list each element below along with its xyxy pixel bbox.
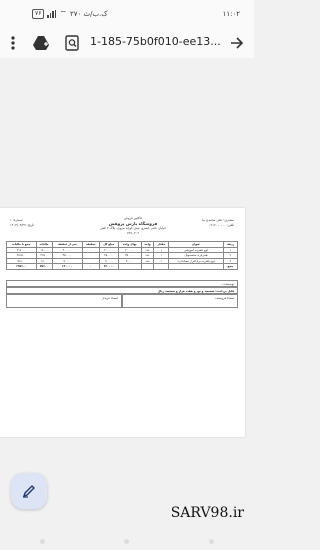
browser-toolbar: 1-185-75b0f010-ee13...: [0, 28, 254, 58]
invoice-page: شماره: ۱ تاریخ: ۱۴۰۳/۰۳/۲۷ فاکتور فروش ف…: [0, 208, 245, 437]
invoice-table: ردیف عنوان مقدار واحد بهای واحد مبلغ کل تخفیف پ…: [6, 241, 239, 270]
battery-icon: ۷۶: [32, 9, 45, 19]
nav-bar: [0, 532, 254, 550]
store-address: خیابان ناصر خسرو، نیش کوچه مروی، پلاک ۲ …: [99, 226, 167, 235]
totals-cell: [168, 263, 224, 270]
customer-info: مشتری: علی محمدی نیا تلفن: ۰۹۱۲۰۰۰۰۰۰: [202, 218, 234, 228]
totals-cell: ۵۷۶۰۰: [35, 263, 53, 270]
forward-arrow-icon[interactable]: [228, 34, 246, 52]
edit-fab[interactable]: [11, 473, 47, 509]
totals-row: جمع ۶۴۰۰۰۰ ۰ ۶۴۰۰۰۰ ۵۷۶۰۰ ۶۹۷۶۰۰: [6, 263, 239, 270]
totals-cell: [117, 263, 142, 270]
totals-cell: جمع: [222, 263, 239, 270]
notes-label: توضیحات: -: [220, 282, 234, 286]
status-time: ۱۱:۰۲: [222, 10, 240, 18]
totals-cell: ۰: [81, 263, 100, 270]
network-speed: ۲۷۰ ک.ب/ث: [69, 10, 108, 18]
totals-cell: ۶۹۷۶۰۰: [6, 263, 37, 270]
notes-row: توضیحات: -: [6, 280, 238, 287]
nav-back[interactable]: [39, 538, 45, 544]
totals-cell: ۶۴۰۰۰۰: [98, 263, 119, 270]
wifi-icon: ⌔: [59, 9, 67, 18]
signature-row: امضاء فروشنده امضاء خریدار: [6, 294, 238, 308]
buyer-signature: امضاء خریدار: [6, 294, 122, 308]
search-doc-icon[interactable]: [63, 34, 81, 52]
url-field[interactable]: 1-185-75b0f010-ee13...: [90, 35, 222, 48]
totals-cell: ۶۴۰۰۰۰: [51, 263, 83, 270]
totals-cell: [153, 263, 170, 270]
drive-add-icon[interactable]: [32, 34, 50, 52]
sum-words-row: قابل پرداخت: ششصد و نود و هفت هزار و ششص…: [6, 287, 238, 294]
customer-phone: تلفن: ۰۹۱۲۰۰۰۰۰۰: [208, 223, 234, 227]
status-indicators: ۷۶ ⌔ ۲۷۰ ک.ب/ث: [32, 9, 108, 19]
seller-signature: امضاء فروشنده: [122, 294, 238, 308]
status-bar: ۷۶ ⌔ ۲۷۰ ک.ب/ث ۱۱:۰۲: [0, 0, 254, 28]
watermark: SARV98.ir: [170, 505, 244, 521]
invoice-date: تاریخ: ۱۴۰۳/۰۳/۲۷: [10, 223, 35, 227]
store-info: فاکتور فروش فروشگاه پارس پژوهش خیابان نا…: [98, 216, 168, 236]
nav-home[interactable]: [124, 538, 130, 544]
signal-icon: [47, 10, 57, 18]
pen-icon: [22, 485, 35, 498]
totals-cell: [140, 263, 155, 270]
invoice-meta: شماره: ۱ تاریخ: ۱۴۰۳/۰۳/۲۷: [10, 218, 34, 228]
more-vert-icon[interactable]: [4, 34, 22, 52]
sum-words: قابل پرداخت: ششصد و نود و هفت هزار و ششص…: [157, 289, 234, 293]
invoice-header: شماره: ۱ تاریخ: ۱۴۰۳/۰۳/۲۷ فاکتور فروش ف…: [6, 216, 238, 240]
table-body: ۱ لوح فشرده آموزشی ۱ عدد ۲۰۰۰۰۰ ۲۰۰۰۰۰ ۰ ۲۰۰۰۰۰…: [6, 246, 239, 270]
nav-recents[interactable]: [209, 538, 215, 544]
